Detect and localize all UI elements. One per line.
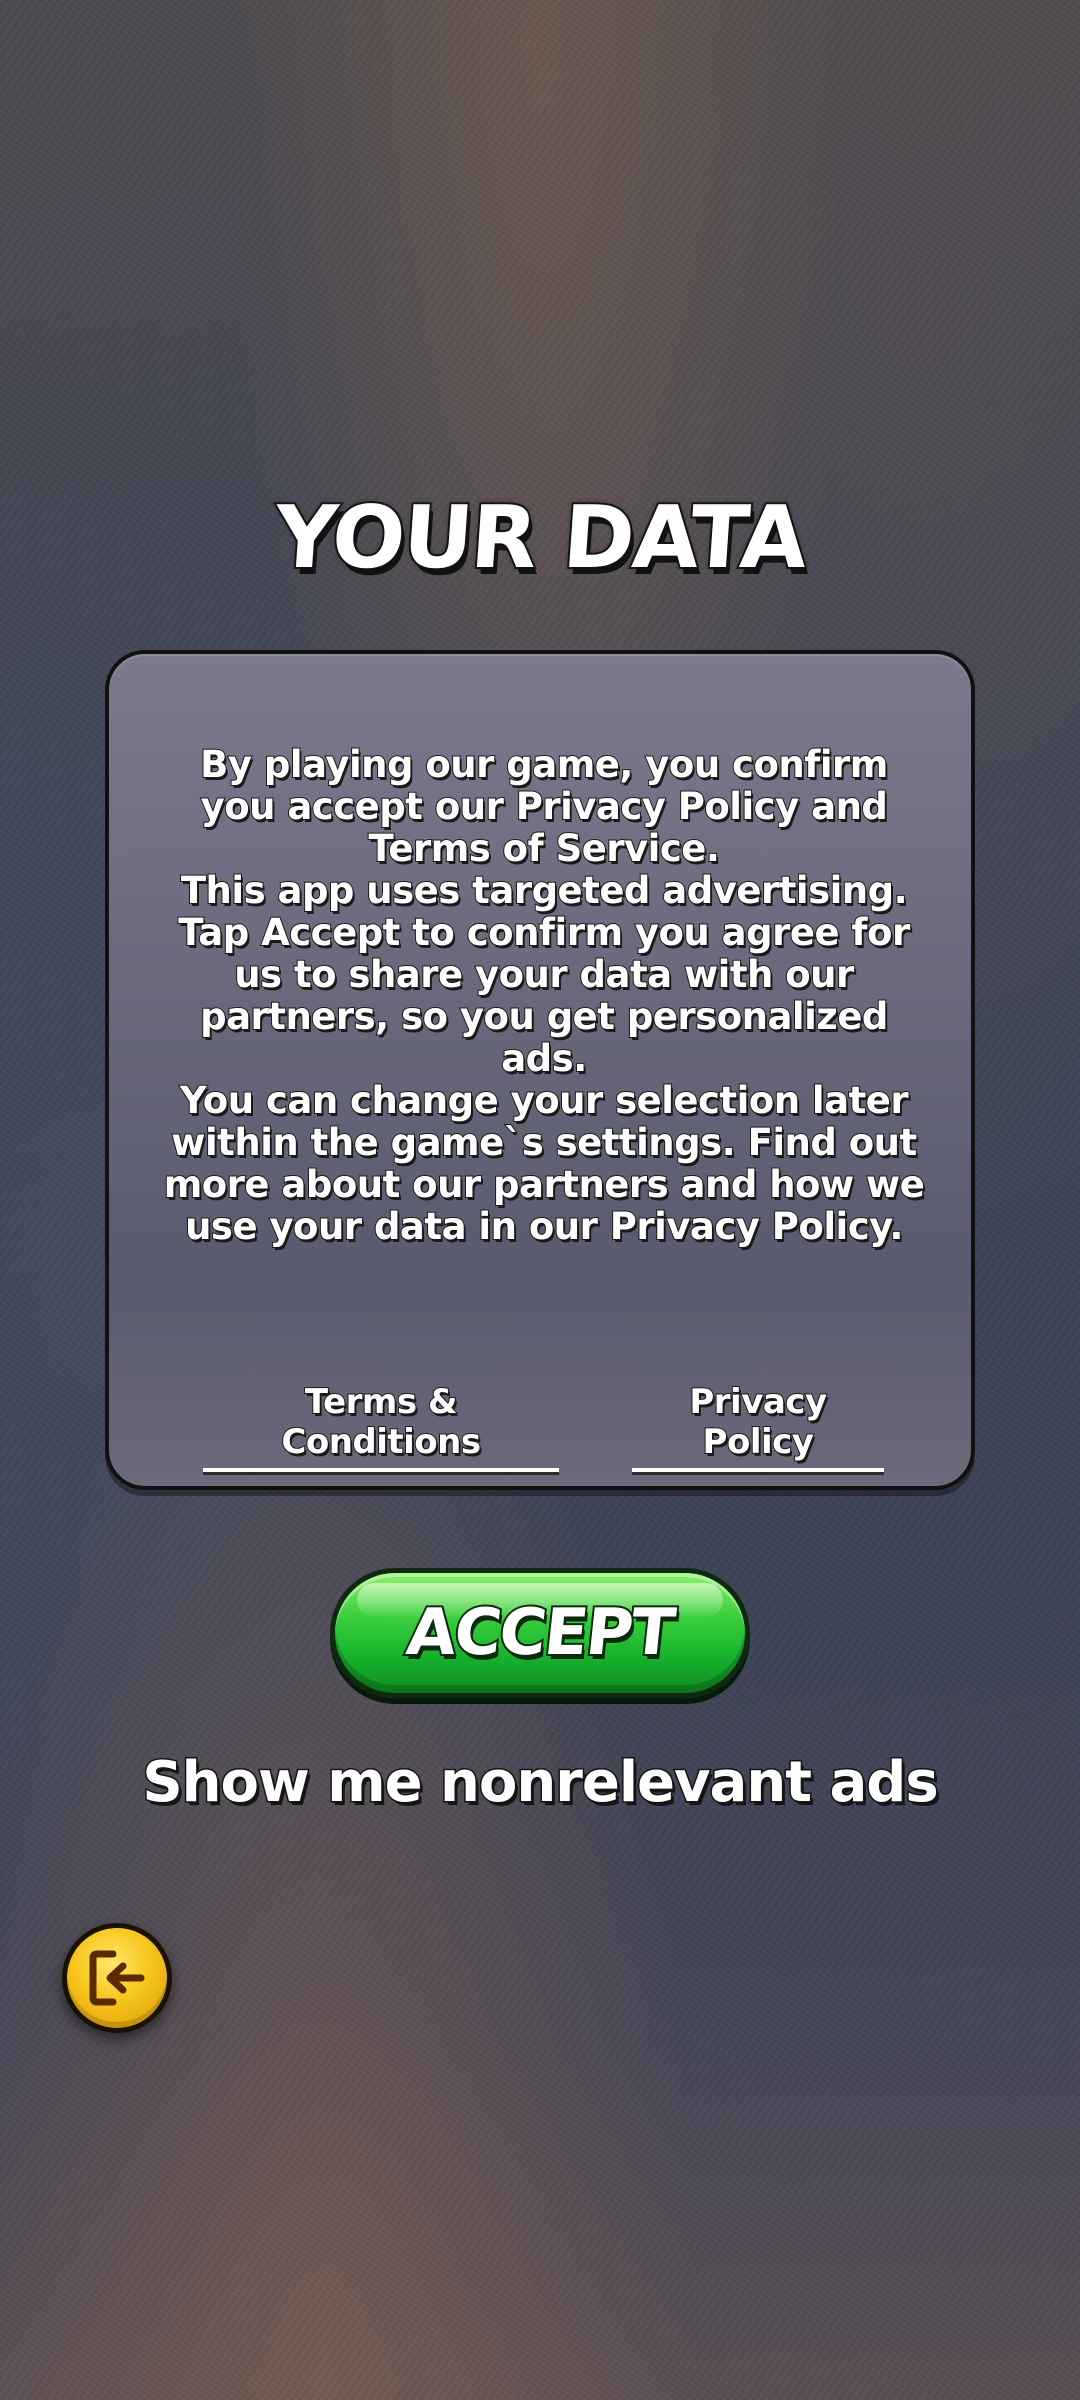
consent-paragraph-terms: By playing our game, you confirm you acc… (199, 743, 889, 871)
exit-icon (89, 1950, 145, 2006)
consent-paragraph-settings: You can change your selection later with… (163, 1079, 926, 1249)
consent-paragraph-ads: This app uses targeted advertising. Tap … (177, 869, 911, 1081)
page-title: YOUR DATA (269, 486, 810, 590)
privacy-policy-link[interactable]: Privacy Policy (632, 1381, 884, 1472)
exit-button[interactable] (62, 1923, 172, 2033)
accept-button-label: ACCEPT (401, 1594, 679, 1672)
nonrelevant-ads-link[interactable]: Show me nonrelevant ads (0, 1749, 1080, 1817)
consent-panel: By playing our game, you confirm you acc… (105, 650, 975, 1490)
accept-button[interactable]: ACCEPT (330, 1568, 750, 1698)
consent-text: By playing our game, you confirm you acc… (159, 743, 929, 1249)
terms-conditions-link[interactable]: Terms & Conditions (203, 1381, 559, 1472)
